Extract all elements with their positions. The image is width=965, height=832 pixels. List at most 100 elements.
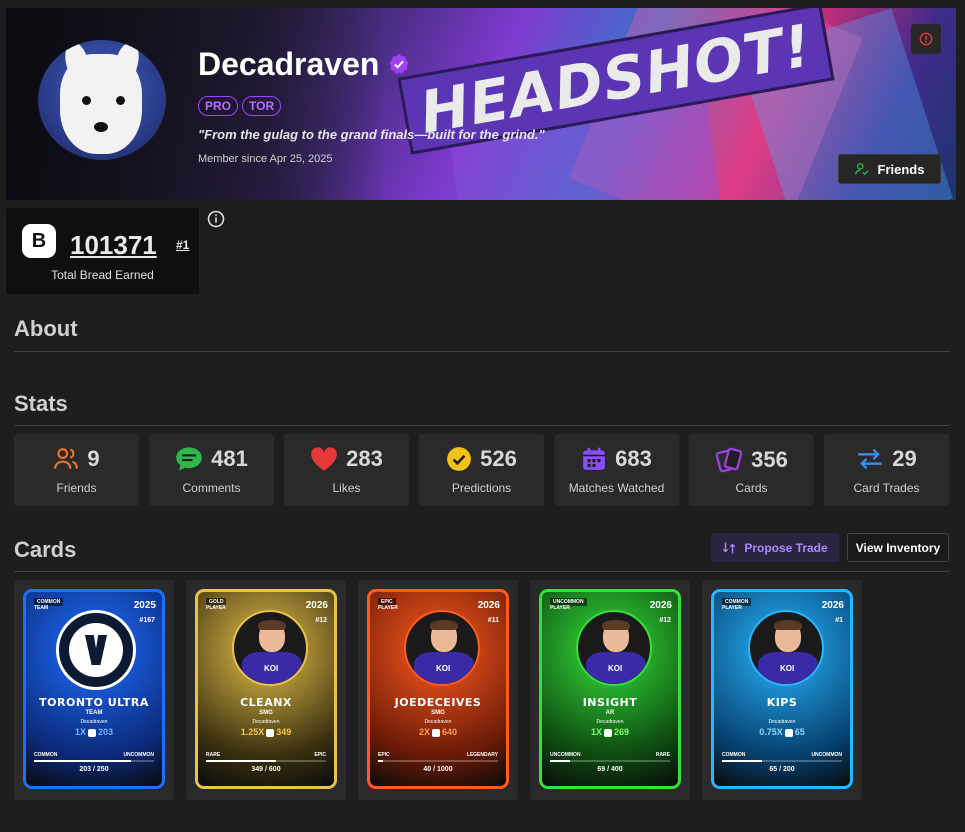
user-check-icon bbox=[854, 163, 869, 176]
card-owner: Decadraven bbox=[596, 719, 624, 725]
avatar-face bbox=[60, 54, 142, 154]
bread-icon bbox=[87, 728, 96, 737]
bread-icon bbox=[603, 728, 612, 737]
avatar[interactable] bbox=[38, 40, 166, 160]
card-number: #12 bbox=[315, 617, 327, 624]
card-year: 2026 bbox=[305, 600, 328, 611]
stat-likes[interactable]: 283 Likes bbox=[284, 434, 409, 506]
card-serial: 69 / 400 bbox=[597, 766, 623, 773]
bread-label: Total Bread Earned bbox=[51, 268, 154, 282]
info-icon[interactable] bbox=[207, 210, 225, 228]
card-slot[interactable]: EPIC PLAYER 2026 #11 KOI JOEDECEIVES SMG… bbox=[358, 580, 518, 800]
stat-matches-watched[interactable]: 683 Matches Watched bbox=[554, 434, 679, 506]
card-bread: 640 bbox=[441, 727, 458, 737]
card-serial: 349 / 600 bbox=[251, 766, 281, 773]
divider bbox=[14, 425, 949, 426]
card-number: #12 bbox=[659, 617, 671, 624]
card-role: SMG bbox=[431, 710, 445, 716]
card-rarity-current: EPIC bbox=[378, 752, 390, 758]
card-slot[interactable]: GOLD PLAYER 2026 #12 KOI CLEANX SMG Deca… bbox=[186, 580, 346, 800]
friends-button[interactable]: Friends bbox=[838, 154, 941, 184]
stat-value: 481 bbox=[211, 446, 248, 471]
tag-badge[interactable]: PRO bbox=[198, 96, 239, 116]
stat-label: Friends bbox=[56, 481, 97, 495]
alert-icon bbox=[919, 32, 933, 46]
card-name: JOEDECEIVES bbox=[394, 696, 482, 709]
card-name: TORONTO ULTRA bbox=[39, 696, 149, 709]
about-heading: About bbox=[14, 316, 78, 341]
trading-card[interactable]: GOLD PLAYER 2026 #12 KOI CLEANX SMG Deca… bbox=[195, 589, 337, 789]
card-rarity-next: RARE bbox=[655, 752, 670, 758]
card-progress-fill bbox=[206, 760, 276, 762]
bread-icon bbox=[431, 728, 440, 737]
card-slot[interactable]: COMMON TEAM 2025 #167 TORONTO ULTRA TEAM… bbox=[14, 580, 174, 800]
trading-card[interactable]: EPIC PLAYER 2026 #11 KOI JOEDECEIVES SMG… bbox=[367, 589, 509, 789]
stat-friends[interactable]: 9 Friends bbox=[14, 434, 139, 506]
card-value: 2X 640 bbox=[370, 727, 506, 737]
trade-icon bbox=[723, 542, 736, 553]
stat-label: Matches Watched bbox=[568, 481, 665, 495]
player-portrait: KOI bbox=[748, 610, 824, 686]
bread-rank[interactable]: #1 bbox=[176, 238, 189, 252]
card-rarity-next: LEGENDARY bbox=[466, 752, 498, 758]
card-multiplier: 1.25X bbox=[240, 727, 265, 737]
card-progress-fill bbox=[550, 760, 571, 762]
tag-badge[interactable]: TOR bbox=[242, 96, 282, 116]
arrows-swap-icon bbox=[858, 448, 882, 470]
trading-card[interactable]: COMMON TEAM 2025 #167 TORONTO ULTRA TEAM… bbox=[23, 589, 165, 789]
stat-comments[interactable]: 481 Comments bbox=[149, 434, 274, 506]
bread-icon bbox=[784, 728, 793, 737]
check-circle-icon bbox=[447, 447, 472, 471]
card-progress-fill bbox=[722, 760, 762, 762]
calendar-icon bbox=[583, 447, 605, 470]
card-rarity-current: COMMON bbox=[722, 752, 746, 758]
propose-trade-button[interactable]: Propose Trade bbox=[711, 533, 839, 562]
card-multiplier: 2X bbox=[418, 727, 430, 737]
username: Decadraven bbox=[198, 46, 380, 82]
trading-card[interactable]: COMMON PLAYER 2026 #1 KOI KIPS Decadrave… bbox=[711, 589, 853, 789]
card-bread: 203 bbox=[97, 727, 114, 737]
team-logo bbox=[56, 610, 136, 690]
card-progress-bar bbox=[34, 760, 154, 762]
stat-label: Comments bbox=[182, 481, 241, 495]
view-inventory-button[interactable]: View Inventory bbox=[847, 533, 949, 562]
card-bread: 349 bbox=[276, 727, 292, 737]
card-type-tag: TEAM bbox=[34, 605, 49, 611]
report-button[interactable] bbox=[911, 24, 941, 54]
card-value: 1X 269 bbox=[542, 727, 678, 737]
card-slot[interactable]: COMMON PLAYER 2026 #1 KOI KIPS Decadrave… bbox=[702, 580, 862, 800]
bread-icon: B bbox=[22, 224, 56, 258]
card-slot[interactable]: UNCOMMON PLAYER 2026 #12 KOI INSIGHT AR … bbox=[530, 580, 690, 800]
verified-badge-icon bbox=[389, 53, 409, 75]
player-portrait: KOI bbox=[576, 610, 652, 686]
card-owner: Decadraven bbox=[80, 719, 108, 725]
card-type-tag: PLAYER bbox=[722, 605, 742, 611]
card-year: 2025 bbox=[133, 600, 156, 611]
profile-tags: PRO TOR bbox=[198, 96, 282, 116]
member-since: Member since Apr 25, 2025 bbox=[198, 153, 333, 165]
card-serial: 40 / 1000 bbox=[423, 766, 453, 773]
card-name: KIPS bbox=[766, 696, 798, 709]
cards-heading: Cards bbox=[14, 537, 77, 562]
stat-predictions[interactable]: 526 Predictions bbox=[419, 434, 544, 506]
trading-card[interactable]: UNCOMMON PLAYER 2026 #12 KOI INSIGHT AR … bbox=[539, 589, 681, 789]
card-rarity-current: COMMON bbox=[34, 752, 58, 758]
card-year: 2026 bbox=[821, 600, 844, 611]
stat-cards[interactable]: 356 Cards bbox=[689, 434, 814, 506]
card-progress-bar bbox=[378, 760, 498, 762]
cards-icon bbox=[715, 447, 743, 473]
stat-value: 29 bbox=[892, 446, 917, 471]
card-owner: Decadraven bbox=[424, 719, 452, 725]
chat-icon bbox=[176, 447, 202, 471]
card-rarity-next: UNCOMMON bbox=[123, 752, 154, 758]
bread-total[interactable]: 101371 bbox=[70, 230, 157, 261]
card-role: AR bbox=[605, 710, 615, 716]
player-portrait: KOI bbox=[232, 610, 308, 686]
stat-value: 683 bbox=[615, 446, 652, 471]
card-rarity-current: UNCOMMON bbox=[550, 752, 581, 758]
bread-icon bbox=[266, 728, 275, 737]
card-rarity-next: EPIC bbox=[314, 752, 326, 758]
profile-bio: "From the gulag to the grand finals—buil… bbox=[198, 127, 545, 142]
card-number: #1 bbox=[835, 617, 843, 624]
stat-card-trades[interactable]: 29 Card Trades bbox=[824, 434, 949, 506]
